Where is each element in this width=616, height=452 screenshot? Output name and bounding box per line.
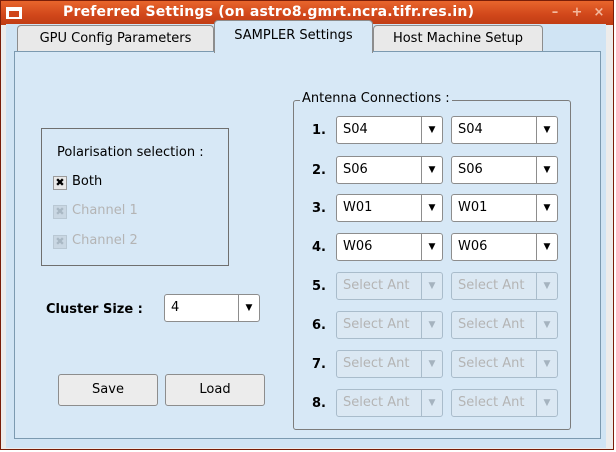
antenna-select-right[interactable]: Select Ant ▼ (451, 272, 558, 300)
antenna-select-value: Select Ant (458, 317, 525, 332)
antenna-connections-group (293, 100, 571, 430)
checkmark-icon: ✖ (55, 205, 65, 218)
chevron-down-icon[interactable]: ▼ (536, 195, 557, 221)
tab-host-machine[interactable]: Host Machine Setup (373, 25, 543, 51)
antenna-connections-title: Antenna Connections : (300, 91, 452, 106)
chevron-down-icon[interactable]: ▼ (536, 351, 557, 377)
antenna-select-value: Select Ant (343, 356, 410, 371)
antenna-row-number: 8. (312, 396, 326, 411)
chevron-down-icon[interactable]: ▼ (536, 312, 557, 338)
checkmark-icon: ✖ (55, 176, 65, 189)
antenna-row-number: 5. (312, 279, 326, 294)
antenna-select-right[interactable]: S06 ▼ (451, 156, 558, 184)
cluster-size-select[interactable]: 4 ▼ (164, 294, 260, 322)
antenna-row-number: 6. (312, 318, 326, 333)
cluster-size-value: 4 (171, 300, 180, 315)
antenna-select-value: S06 (458, 162, 483, 177)
chevron-down-icon[interactable]: ▼ (536, 117, 557, 143)
antenna-select-left[interactable]: S04 ▼ (336, 116, 443, 144)
checkmark-icon: ✖ (55, 235, 65, 248)
antenna-select-left[interactable]: Select Ant ▼ (336, 350, 443, 378)
antenna-select-value: W01 (458, 200, 488, 215)
antenna-select-value: Select Ant (458, 278, 525, 293)
antenna-row-number: 2. (312, 163, 326, 178)
antenna-select-value: W01 (343, 200, 373, 215)
chevron-down-icon[interactable]: ▼ (238, 295, 259, 321)
antenna-select-value: S06 (343, 162, 368, 177)
antenna-select-right[interactable]: Select Ant ▼ (451, 389, 558, 417)
chevron-down-icon[interactable]: ▼ (536, 157, 557, 183)
save-label: Save (92, 382, 124, 397)
close-button[interactable]: × (591, 6, 607, 20)
antenna-select-value: Select Ant (343, 317, 410, 332)
antenna-row-number: 4. (312, 240, 326, 255)
minimize-button[interactable]: – (547, 6, 563, 20)
antenna-select-left[interactable]: W06 ▼ (336, 233, 443, 261)
antenna-select-value: S04 (343, 122, 368, 137)
antenna-select-value: S04 (458, 122, 483, 137)
channel1-checkbox[interactable]: ✖ (53, 205, 67, 219)
antenna-select-left[interactable]: W01 ▼ (336, 194, 443, 222)
antenna-select-right[interactable]: W01 ▼ (451, 194, 558, 222)
antenna-select-value: W06 (343, 239, 373, 254)
tab-sampler-settings[interactable]: SAMPLER Settings (214, 20, 373, 53)
chevron-down-icon[interactable]: ▼ (421, 312, 442, 338)
chevron-down-icon[interactable]: ▼ (421, 273, 442, 299)
tab-gpu-config[interactable]: GPU Config Parameters (17, 25, 214, 51)
chevron-down-icon[interactable]: ▼ (421, 351, 442, 377)
load-button[interactable]: Load (165, 374, 265, 406)
cluster-size-label: Cluster Size : (46, 302, 143, 317)
chevron-down-icon[interactable]: ▼ (421, 195, 442, 221)
antenna-select-left[interactable]: Select Ant ▼ (336, 311, 443, 339)
chevron-down-icon[interactable]: ▼ (536, 234, 557, 260)
antenna-select-value: Select Ant (343, 395, 410, 410)
save-button[interactable]: Save (58, 374, 158, 406)
chevron-down-icon[interactable]: ▼ (421, 234, 442, 260)
antenna-row-number: 7. (312, 357, 326, 372)
antenna-select-right[interactable]: Select Ant ▼ (451, 311, 558, 339)
window-title: Preferred Settings (on astro8.gmrt.ncra.… (63, 4, 475, 20)
antenna-select-value: Select Ant (458, 356, 525, 371)
load-label: Load (199, 382, 231, 397)
window-icon[interactable] (6, 7, 22, 19)
both-checkbox[interactable]: ✖ (53, 176, 67, 190)
antenna-select-left[interactable]: Select Ant ▼ (336, 389, 443, 417)
channel2-label: Channel 2 (72, 233, 138, 248)
antenna-select-right[interactable]: Select Ant ▼ (451, 350, 558, 378)
maximize-button[interactable]: + (569, 6, 585, 20)
antenna-select-left[interactable]: S06 ▼ (336, 156, 443, 184)
chevron-down-icon[interactable]: ▼ (421, 117, 442, 143)
polarisation-title: Polarisation selection : (57, 145, 204, 160)
antenna-select-value: Select Ant (343, 278, 410, 293)
chevron-down-icon[interactable]: ▼ (536, 273, 557, 299)
antenna-row-number: 1. (312, 123, 326, 138)
chevron-down-icon[interactable]: ▼ (421, 157, 442, 183)
chevron-down-icon[interactable]: ▼ (421, 390, 442, 416)
channel1-label: Channel 1 (72, 203, 138, 218)
both-label: Both (72, 174, 103, 189)
chevron-down-icon[interactable]: ▼ (536, 390, 557, 416)
antenna-row-number: 3. (312, 201, 326, 216)
antenna-select-right[interactable]: S04 ▼ (451, 116, 558, 144)
antenna-select-left[interactable]: Select Ant ▼ (336, 272, 443, 300)
antenna-select-value: W06 (458, 239, 488, 254)
antenna-select-right[interactable]: W06 ▼ (451, 233, 558, 261)
polarisation-group: Polarisation selection : ✖ Both ✖ Channe… (41, 128, 229, 266)
antenna-select-value: Select Ant (458, 395, 525, 410)
channel2-checkbox[interactable]: ✖ (53, 235, 67, 249)
